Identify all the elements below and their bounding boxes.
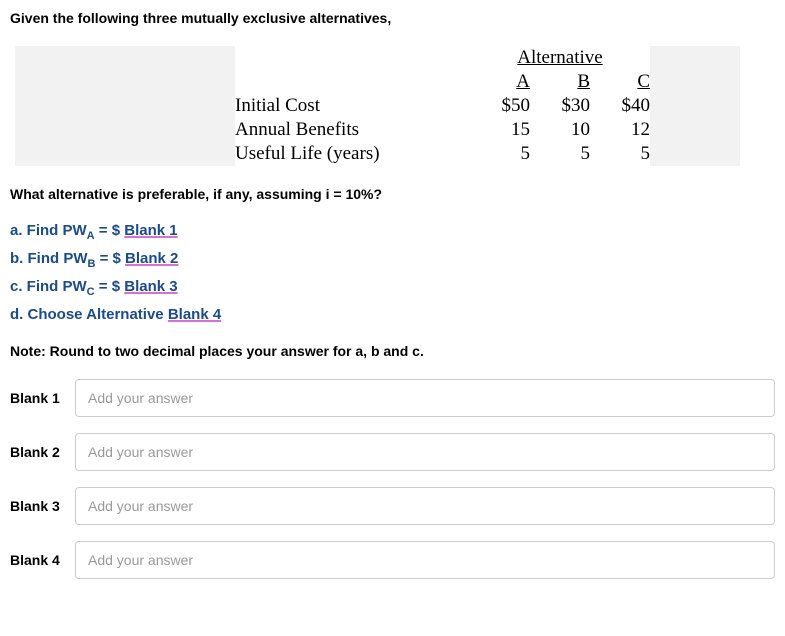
row-label: Useful Life (years) xyxy=(235,142,470,166)
part-mid: = $ xyxy=(95,250,125,267)
table-empty-label xyxy=(235,46,470,70)
part-c: c. Find PWC = $ Blank 3 xyxy=(10,278,775,298)
blank-1-input[interactable] xyxy=(75,379,775,417)
answer-row-3: Blank 3 xyxy=(10,487,775,525)
col-header-c: C xyxy=(590,70,650,94)
part-prefix: b. Find PW xyxy=(10,250,87,267)
cell-value: 10 xyxy=(530,118,590,142)
part-prefix: a. Find PW xyxy=(10,222,87,239)
blank-3-input[interactable] xyxy=(75,487,775,525)
answer-label: Blank 1 xyxy=(10,390,75,406)
part-mid: = $ xyxy=(95,278,125,295)
col-header-a: A xyxy=(470,70,530,94)
part-b: b. Find PWB = $ Blank 2 xyxy=(10,250,775,270)
answer-row-1: Blank 1 xyxy=(10,379,775,417)
cell-value: $50 xyxy=(470,94,530,118)
alternatives-table: Alternative A B C Initial Cost $50 $30 $… xyxy=(15,46,740,166)
table-blank-left xyxy=(15,118,235,142)
row-label: Annual Benefits xyxy=(235,118,470,142)
note-text: Note: Round to two decimal places your a… xyxy=(10,343,775,359)
table-blank-right xyxy=(650,46,740,94)
table-blank-left xyxy=(15,46,235,94)
cell-value: 12 xyxy=(590,118,650,142)
blank-2-input[interactable] xyxy=(75,433,775,471)
data-table-wrapper: Alternative A B C Initial Cost $50 $30 $… xyxy=(10,46,775,166)
table-row: Useful Life (years) 5 5 5 xyxy=(15,142,740,166)
table-row: Initial Cost $50 $30 $40 xyxy=(15,94,740,118)
answer-row-2: Blank 2 xyxy=(10,433,775,471)
blank-link-2: Blank 2 xyxy=(125,250,178,267)
answer-label: Blank 3 xyxy=(10,498,75,514)
intro-text: Given the following three mutually exclu… xyxy=(10,10,775,26)
blank-link-3: Blank 3 xyxy=(124,278,177,295)
cell-value: 5 xyxy=(470,142,530,166)
answer-label: Blank 4 xyxy=(10,552,75,568)
part-d: d. Choose Alternative Blank 4 xyxy=(10,306,775,323)
table-empty-label xyxy=(235,70,470,94)
blank-link-4: Blank 4 xyxy=(168,306,221,323)
table-blank-left xyxy=(15,94,235,118)
cell-value: $30 xyxy=(530,94,590,118)
part-a: a. Find PWA = $ Blank 1 xyxy=(10,222,775,242)
blank-4-input[interactable] xyxy=(75,541,775,579)
question-text: What alternative is preferable, if any, … xyxy=(10,186,775,202)
cell-value: 15 xyxy=(470,118,530,142)
part-mid: = $ xyxy=(95,222,125,239)
table-blank-right xyxy=(650,142,740,166)
table-blank-left xyxy=(15,142,235,166)
part-subscript: C xyxy=(87,286,95,298)
cell-value: $40 xyxy=(590,94,650,118)
answer-row-4: Blank 4 xyxy=(10,541,775,579)
cell-value: 5 xyxy=(530,142,590,166)
part-prefix: d. Choose Alternative xyxy=(10,306,168,323)
part-prefix: c. Find PW xyxy=(10,278,87,295)
table-blank-right xyxy=(650,118,740,142)
table-super-header: Alternative xyxy=(470,46,650,70)
row-label: Initial Cost xyxy=(235,94,470,118)
table-row: Annual Benefits 15 10 12 xyxy=(15,118,740,142)
col-header-b: B xyxy=(530,70,590,94)
parts-section: a. Find PWA = $ Blank 1 b. Find PWB = $ … xyxy=(10,222,775,323)
cell-value: 5 xyxy=(590,142,650,166)
answer-label: Blank 2 xyxy=(10,444,75,460)
part-subscript: A xyxy=(87,230,95,242)
blank-link-1: Blank 1 xyxy=(124,222,177,239)
table-blank-right xyxy=(650,94,740,118)
